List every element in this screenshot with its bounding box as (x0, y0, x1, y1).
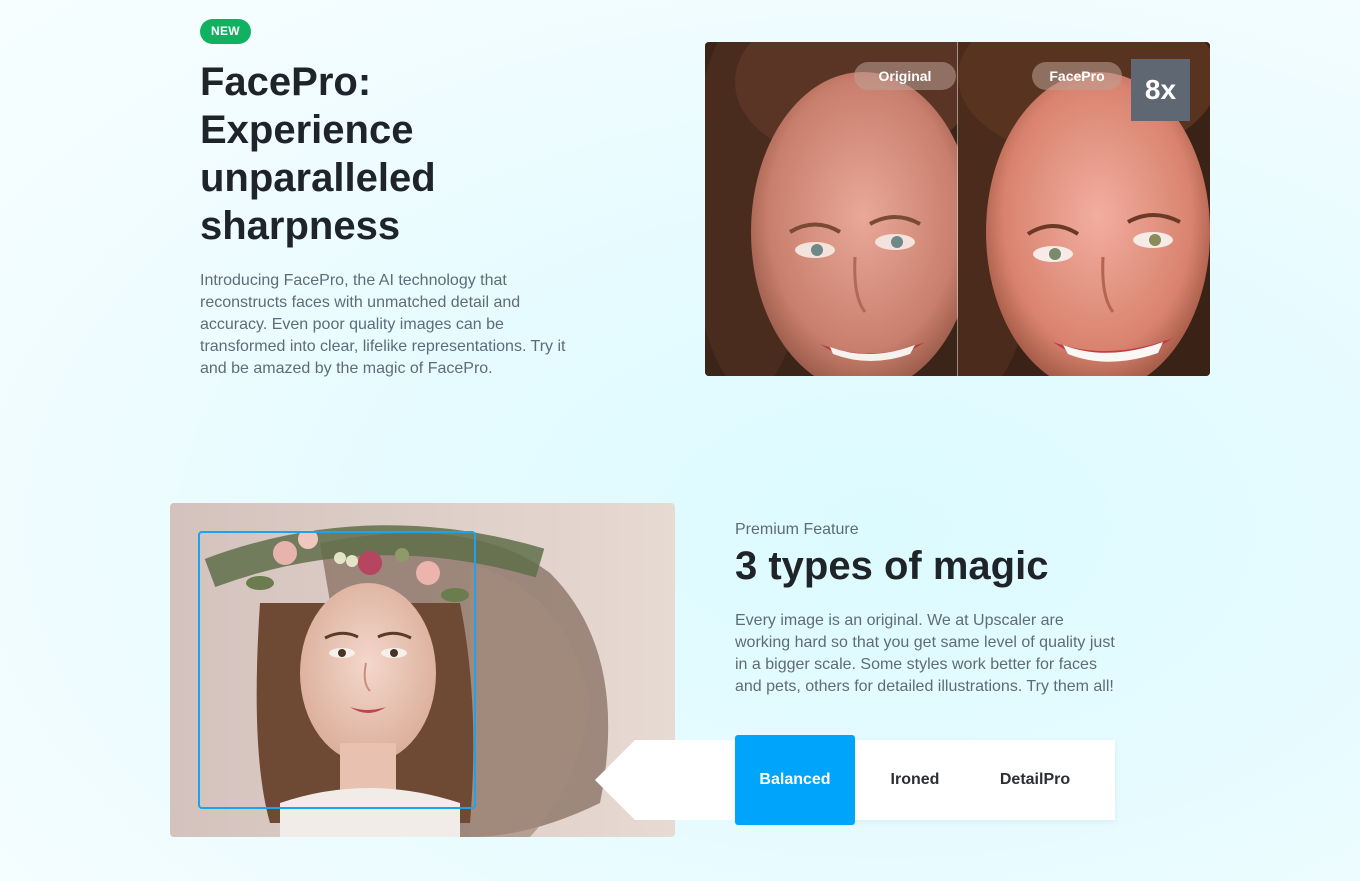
section-title: 3 types of magic (735, 544, 1049, 588)
new-badge: NEW (200, 19, 251, 44)
original-label: Original (854, 62, 956, 90)
upscale-mode-selector: Balanced Ironed DetailPro (735, 735, 1115, 825)
original-face-image (705, 42, 958, 376)
mode-pointer-arrow (595, 740, 740, 820)
facepro-label: FacePro (1032, 62, 1122, 90)
section-description: Every image is an original. We at Upscal… (735, 612, 1115, 695)
hero-title: FacePro: Experience unparalleled sharpne… (200, 60, 436, 248)
hero-description: Introducing FacePro, the AI technology t… (200, 272, 566, 377)
premium-feature-label: Premium Feature (735, 521, 859, 538)
mode-ironed-button[interactable]: Ironed (855, 740, 975, 820)
mode-balanced-button[interactable]: Balanced (735, 735, 855, 825)
mode-detailpro-button[interactable]: DetailPro (975, 740, 1095, 820)
zoom-badge: 8x (1131, 59, 1190, 121)
crop-selection-box[interactable] (198, 531, 476, 809)
